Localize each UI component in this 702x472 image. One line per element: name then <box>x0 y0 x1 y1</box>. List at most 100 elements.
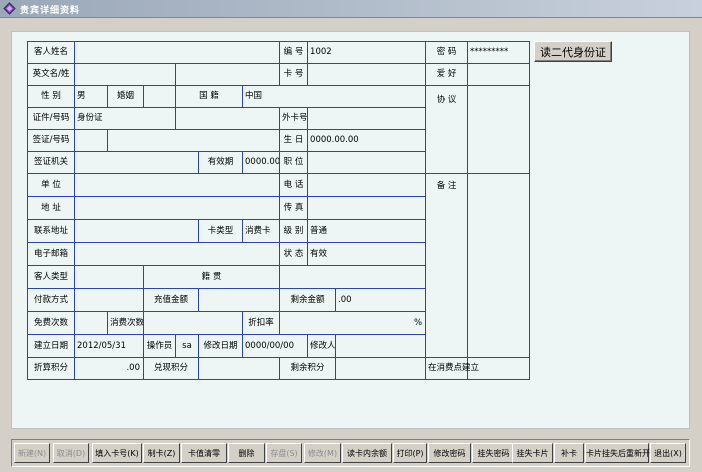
hobby-label: 爱 好 <box>425 63 469 86</box>
card-type-field[interactable]: 消费卡 <box>241 219 281 243</box>
create-date-label: 建立日期 <box>27 334 75 358</box>
card-no-label: 卡 号 <box>279 63 309 86</box>
level-field[interactable]: 普通 <box>307 219 427 243</box>
visa-type-field[interactable] <box>74 129 108 152</box>
reopen-after-lost-button[interactable]: 卡片挂失后重新开通 <box>585 443 658 463</box>
read-id-card-button[interactable]: 读二代身份证 <box>534 41 612 62</box>
report-lost-card-button[interactable]: 挂失卡片 <box>512 443 553 463</box>
english-surname-field[interactable] <box>174 63 281 86</box>
fax-field[interactable] <box>307 196 427 220</box>
change-password-button[interactable]: 修改密码 <box>428 443 471 463</box>
agreement-field[interactable] <box>467 85 531 174</box>
level-label: 级 别 <box>279 219 309 243</box>
company-field[interactable] <box>73 173 281 197</box>
number-field[interactable]: 1002 <box>307 41 427 64</box>
discount-field[interactable]: % <box>279 311 427 335</box>
cancel-button[interactable]: 取消(D) <box>53 443 89 463</box>
email-field[interactable] <box>73 242 281 266</box>
visa-number-field[interactable] <box>106 129 281 152</box>
birthday-field[interactable]: 0000.00.00 <box>307 129 427 152</box>
status-label: 状 态 <box>279 242 309 266</box>
report-lost-password-button[interactable]: 挂失密码 <box>472 443 515 463</box>
payment-label: 付款方式 <box>27 288 75 312</box>
id-number-field[interactable] <box>174 107 281 130</box>
marriage-label: 婚姻 <box>107 85 144 108</box>
fax-label: 传 真 <box>279 196 309 220</box>
save-button[interactable]: 存盘(S) <box>266 443 302 463</box>
id-type-label: 证件/号码 <box>27 107 75 130</box>
contact-address-label: 联系地址 <box>27 219 75 243</box>
fill-card-no-button[interactable]: 填入卡号(K) <box>92 443 142 463</box>
consume-times-field[interactable] <box>143 311 243 335</box>
position-label: 职 位 <box>279 151 309 174</box>
delete-button[interactable]: 删除 <box>228 443 265 463</box>
guest-detail-form: 客人姓名 编 号 1002 密 码 ********* 英文名/姓 卡 号 爱 … <box>27 41 531 380</box>
status-field[interactable]: 有效 <box>307 242 427 266</box>
id-type-field[interactable]: 身份证 <box>74 107 176 130</box>
created-at-store-label: 在消费点建立 <box>425 357 479 380</box>
card-no-field[interactable] <box>307 63 427 86</box>
redeem-points-label: 兑现积分 <box>143 357 199 380</box>
app-diamond-icon <box>3 2 16 15</box>
modify-button[interactable]: 修改(M) <box>304 443 341 463</box>
password-label: 密 码 <box>425 41 469 64</box>
origin-label: 籍 贯 <box>142 265 281 289</box>
contact-address-field[interactable] <box>74 219 199 243</box>
guest-name-field[interactable] <box>73 41 281 64</box>
address-field[interactable] <box>73 196 281 220</box>
hobby-field[interactable] <box>467 63 531 86</box>
title-bar: 贵宾详细资料 <box>0 0 702 18</box>
exit-button[interactable]: 退出(X) <box>650 443 686 463</box>
print-button[interactable]: 打印(P) <box>393 443 427 463</box>
make-card-button[interactable]: 制卡(Z) <box>143 443 180 463</box>
english-name-label: 英文名/姓 <box>27 63 75 86</box>
balance-field[interactable]: .00 <box>335 288 427 312</box>
foreign-card-label: 外卡号 <box>279 107 309 130</box>
valid-period-field[interactable]: 0000.00.00 <box>241 151 281 174</box>
address-label: 地 址 <box>27 196 75 220</box>
origin-field[interactable] <box>279 265 427 289</box>
read-card-balance-button[interactable]: 读卡内余额 <box>342 443 392 463</box>
recharge-field[interactable] <box>197 288 281 312</box>
points-field[interactable]: .00 <box>74 357 144 380</box>
valid-period-label: 有效期 <box>198 151 243 174</box>
window-title: 贵宾详细资料 <box>20 6 81 16</box>
redeem-points-field[interactable] <box>197 357 281 380</box>
marriage-field[interactable] <box>143 85 176 108</box>
create-date-field[interactable]: 2012/05/31 <box>74 334 144 358</box>
email-label: 电子邮箱 <box>27 242 75 266</box>
button-bar: 新建(N) 取消(D) 填入卡号(K) 制卡(Z) 卡值清零 删除 存盘(S) 修改(M) 读卡… <box>11 439 690 467</box>
position-field[interactable] <box>307 151 427 174</box>
password-field[interactable]: ********* <box>467 41 531 64</box>
remain-points-label: 剩余积分 <box>279 357 337 380</box>
number-label: 编 号 <box>279 41 309 64</box>
card-type-label: 卡类型 <box>198 219 243 243</box>
payment-field[interactable] <box>74 288 144 312</box>
visa-office-label: 签证机关 <box>27 151 75 174</box>
nationality-label: 国 籍 <box>175 85 243 108</box>
english-name-field[interactable] <box>74 63 176 86</box>
guest-name-label: 客人姓名 <box>27 41 75 64</box>
nationality-field[interactable]: 中国 <box>241 85 427 108</box>
company-label: 单 位 <box>27 173 75 197</box>
gender-field[interactable]: 男 <box>74 85 108 108</box>
discount-label: 折扣率 <box>241 311 281 335</box>
remark-field[interactable] <box>467 173 531 358</box>
new-button[interactable]: 新建(N) <box>14 443 50 463</box>
operator-field[interactable]: sa <box>175 334 199 358</box>
modify-date-field[interactable]: 0000/00/00 <box>241 334 309 358</box>
foreign-card-field[interactable] <box>307 107 427 130</box>
phone-field[interactable] <box>307 173 427 197</box>
operator-label: 操作员 <box>143 334 176 358</box>
remain-points-field[interactable] <box>335 357 427 380</box>
visa-office-field[interactable] <box>74 151 199 174</box>
free-times-field[interactable] <box>74 311 108 335</box>
clear-card-value-button[interactable]: 卡值清零 <box>181 443 227 463</box>
remark-label: 备 注 <box>425 173 469 358</box>
guest-type-field[interactable] <box>74 265 144 289</box>
reissue-card-button[interactable]: 补卡 <box>554 443 584 463</box>
phone-label: 电 话 <box>279 173 309 197</box>
modify-date-label: 修改日期 <box>198 334 243 358</box>
modifier-field[interactable] <box>335 334 427 358</box>
balance-label: 剩余金额 <box>279 288 337 312</box>
